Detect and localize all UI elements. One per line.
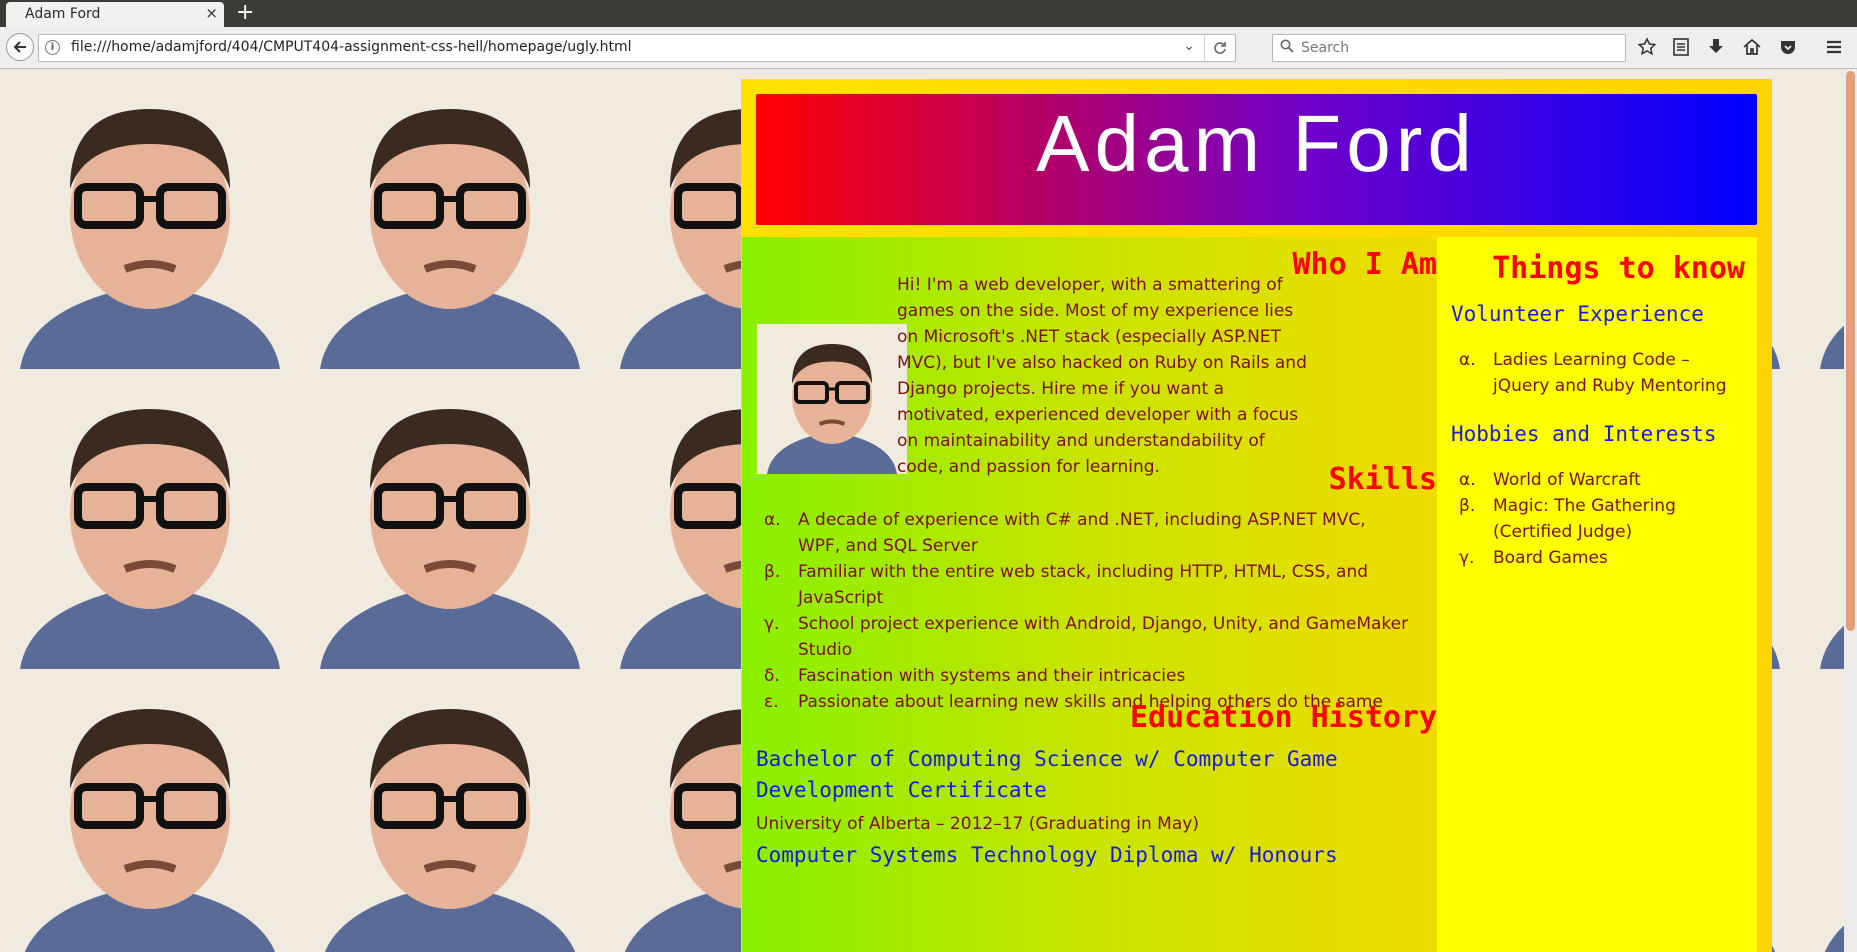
list-item-text: Magic: The Gathering xyxy=(1493,496,1676,516)
bookmark-star-icon[interactable] xyxy=(1636,36,1658,58)
list-marker: δ. xyxy=(764,666,780,686)
page-scrollbar[interactable] xyxy=(1844,69,1857,952)
list-item-text: jQuery and Ruby Mentoring xyxy=(1493,376,1727,396)
list-item-text: JavaScript xyxy=(798,588,884,608)
url-bar[interactable]: i file:///home/adamjford/404/CMPUT404-as… xyxy=(38,34,1236,62)
main-column: Who I Am Hi! I'm a web developer, with a… xyxy=(742,237,1437,952)
list-item-text: Board Games xyxy=(1493,548,1608,568)
list-marker: ε. xyxy=(764,692,779,712)
url-dropdown-icon[interactable]: ⌄ xyxy=(1183,38,1195,54)
list-item-text: Ladies Learning Code – xyxy=(1493,350,1690,370)
tab-adam-ford[interactable]: Adam Ford × xyxy=(6,2,224,27)
reading-list-icon[interactable] xyxy=(1670,36,1692,58)
list-marker: β. xyxy=(764,562,781,582)
download-icon[interactable] xyxy=(1705,36,1727,58)
name-banner: Adam Ford xyxy=(756,94,1757,225)
list-item-text: (Certified Judge) xyxy=(1493,522,1633,542)
list-item-text: Fascination with systems and their intri… xyxy=(798,666,1186,686)
page-title: Adam Ford xyxy=(1036,99,1477,188)
pocket-icon[interactable] xyxy=(1777,36,1799,58)
intro-paragraph: Hi! I'm a web developer, with a smatteri… xyxy=(897,275,1307,477)
things-to-know-heading: Things to know xyxy=(1492,251,1745,286)
list-marker: γ. xyxy=(1459,548,1475,568)
reload-icon[interactable] xyxy=(1204,35,1235,61)
background-photo-tile xyxy=(0,69,300,369)
close-tab-icon[interactable]: × xyxy=(205,4,218,22)
education-heading: Education History xyxy=(1129,700,1437,735)
back-arrow-icon xyxy=(13,41,26,53)
portrait-image xyxy=(757,324,907,474)
navigation-toolbar: i file:///home/adamjford/404/CMPUT404-as… xyxy=(0,27,1857,69)
menu-icon[interactable] xyxy=(1823,36,1845,58)
background-photo-tile xyxy=(300,669,600,952)
search-input[interactable] xyxy=(1299,37,1613,59)
background-photo-tile xyxy=(300,369,600,669)
back-button[interactable] xyxy=(6,33,34,61)
list-item-text: WPF, and SQL Server xyxy=(798,536,978,556)
tab-strip: Adam Ford × + xyxy=(0,0,1857,27)
list-item-text: Familiar with the entire web stack, incl… xyxy=(798,562,1369,582)
degree-title: Development Certificate xyxy=(756,778,1047,802)
list-marker: α. xyxy=(764,510,781,530)
degree-detail: University of Alberta – 2012–17 (Graduat… xyxy=(756,814,1199,834)
resume-card: Adam Ford Who I Am Hi! I'm a web develop… xyxy=(741,79,1772,952)
list-item-text: School project experience with Android, … xyxy=(798,614,1409,634)
list-marker: α. xyxy=(1459,350,1476,370)
tab-title: Adam Ford xyxy=(25,6,101,22)
home-icon[interactable] xyxy=(1741,36,1763,58)
background-photo-tile xyxy=(0,669,300,952)
profile-photo xyxy=(757,324,907,474)
site-info-icon[interactable]: i xyxy=(45,40,60,55)
search-icon xyxy=(1280,39,1294,53)
scrollbar-thumb[interactable] xyxy=(1846,71,1855,631)
degree-title: Bachelor of Computing Science w/ Compute… xyxy=(756,747,1338,771)
list-marker: β. xyxy=(1459,496,1476,516)
url-text[interactable]: file:///home/adamjford/404/CMPUT404-assi… xyxy=(71,39,632,55)
background-photo-tile xyxy=(300,69,600,369)
hobbies-heading: Hobbies and Interests xyxy=(1451,422,1717,446)
sidebar-column: Things to know Volunteer Experience α. La… xyxy=(1437,237,1757,952)
reload-glyph xyxy=(1214,42,1226,54)
list-item-text: A decade of experience with C# and .NET,… xyxy=(798,510,1366,530)
list-item-text: World of Warcraft xyxy=(1493,470,1641,490)
volunteer-heading: Volunteer Experience xyxy=(1451,302,1704,326)
list-marker: α. xyxy=(1459,470,1476,490)
list-marker: γ. xyxy=(764,614,780,634)
new-tab-button[interactable]: + xyxy=(236,0,254,25)
search-bar[interactable] xyxy=(1272,34,1626,62)
page-viewport: Adam Ford Who I Am Hi! I'm a web develop… xyxy=(0,69,1857,952)
background-photo-tile xyxy=(0,369,300,669)
degree-title: Computer Systems Technology Diploma w/ H… xyxy=(756,843,1338,867)
skills-heading: Skills xyxy=(1328,462,1437,497)
who-i-am-heading: Who I Am xyxy=(1292,247,1438,282)
list-item-text: Studio xyxy=(798,640,853,660)
